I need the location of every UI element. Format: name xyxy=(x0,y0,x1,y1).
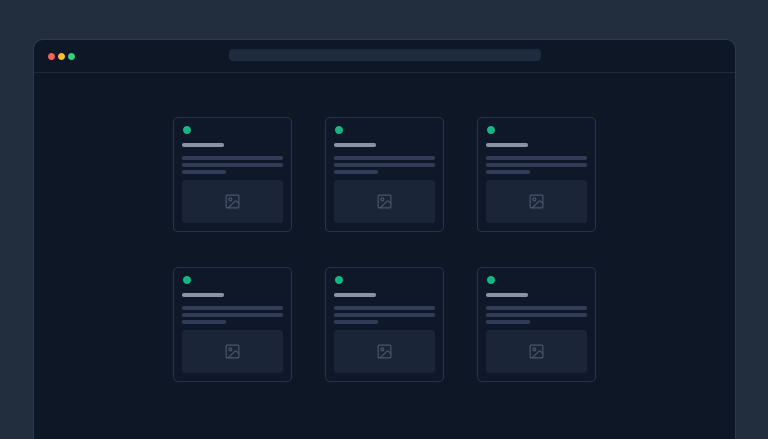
text-line-placeholder xyxy=(182,156,283,160)
image-icon xyxy=(376,343,393,360)
card-grid xyxy=(173,117,596,382)
status-dot xyxy=(487,126,495,134)
status-dot xyxy=(487,276,495,284)
text-line-placeholder xyxy=(182,163,283,167)
placeholder-card[interactable] xyxy=(325,267,444,382)
text-line-placeholder xyxy=(182,306,283,310)
image-icon xyxy=(376,193,393,210)
text-line-placeholder xyxy=(486,306,587,310)
image-placeholder xyxy=(182,180,283,223)
text-line-placeholder xyxy=(182,320,226,324)
image-placeholder xyxy=(486,180,587,223)
status-dot xyxy=(183,126,191,134)
image-icon xyxy=(224,193,241,210)
browser-window xyxy=(33,39,736,439)
title-placeholder xyxy=(334,143,376,147)
placeholder-card[interactable] xyxy=(477,117,596,232)
image-placeholder xyxy=(486,330,587,373)
placeholder-card[interactable] xyxy=(173,117,292,232)
image-placeholder xyxy=(334,180,435,223)
text-line-placeholder xyxy=(334,313,435,317)
text-line-placeholder xyxy=(486,320,530,324)
status-dot xyxy=(335,276,343,284)
close-button[interactable] xyxy=(48,53,55,60)
text-line-placeholder xyxy=(334,156,435,160)
image-icon xyxy=(224,343,241,360)
text-line-placeholder xyxy=(334,170,378,174)
text-line-placeholder xyxy=(182,170,226,174)
title-placeholder xyxy=(486,293,528,297)
status-dot xyxy=(335,126,343,134)
text-line-placeholder xyxy=(334,306,435,310)
image-placeholder xyxy=(182,330,283,373)
title-placeholder xyxy=(182,143,224,147)
placeholder-card[interactable] xyxy=(173,267,292,382)
title-placeholder xyxy=(182,293,224,297)
text-line-placeholder xyxy=(182,313,283,317)
text-line-placeholder xyxy=(486,156,587,160)
window-controls xyxy=(48,53,75,60)
status-dot xyxy=(183,276,191,284)
text-line-placeholder xyxy=(486,313,587,317)
maximize-button[interactable] xyxy=(68,53,75,60)
text-line-placeholder xyxy=(334,320,378,324)
text-line-placeholder xyxy=(334,163,435,167)
window-content xyxy=(34,73,735,382)
image-placeholder xyxy=(334,330,435,373)
minimize-button[interactable] xyxy=(58,53,65,60)
image-icon xyxy=(528,193,545,210)
text-line-placeholder xyxy=(486,163,587,167)
text-line-placeholder xyxy=(486,170,530,174)
title-placeholder xyxy=(486,143,528,147)
image-icon xyxy=(528,343,545,360)
title-placeholder xyxy=(334,293,376,297)
address-bar[interactable] xyxy=(229,49,541,61)
window-titlebar xyxy=(34,40,735,73)
placeholder-card[interactable] xyxy=(477,267,596,382)
placeholder-card[interactable] xyxy=(325,117,444,232)
